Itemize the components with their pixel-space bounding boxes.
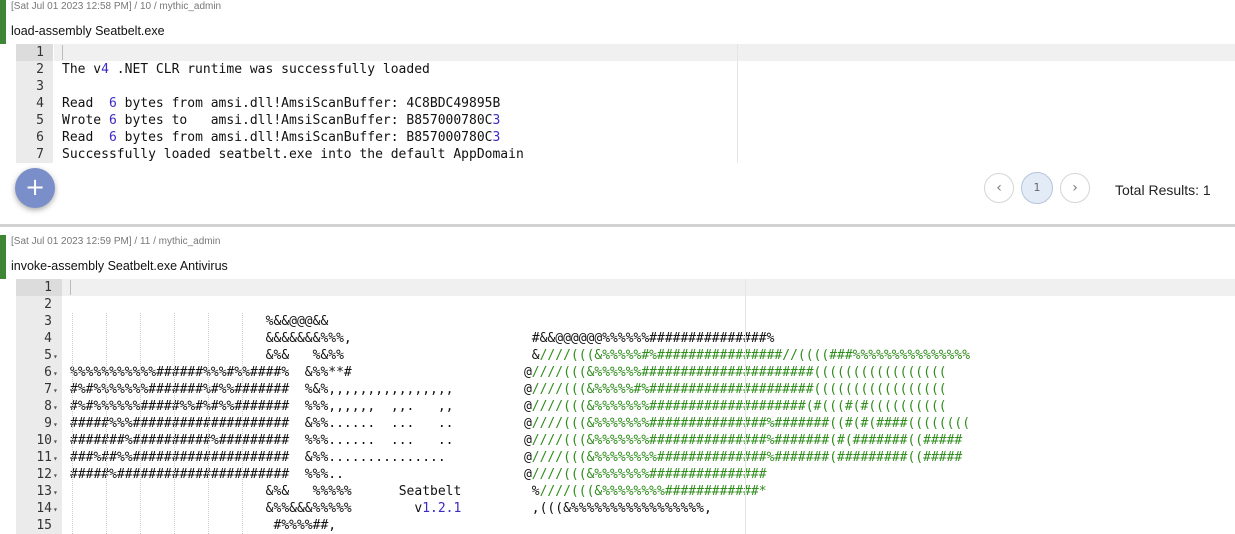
text-cursor bbox=[70, 280, 71, 295]
print-margin bbox=[745, 279, 746, 534]
task-1-output-editor[interactable]: 12 3 4 5 6 7 The v4 .NET CLR runtime was succ… bbox=[16, 44, 1235, 163]
line-number: 9▾ bbox=[16, 415, 62, 432]
line-number: 14▾ bbox=[16, 500, 62, 517]
task-status-bar bbox=[0, 235, 6, 279]
line-number: 15 bbox=[36, 518, 52, 533]
code-line: Read 6 bytes from amsi.dll!AmsiScanBuffe… bbox=[62, 96, 501, 111]
fold-toggle-icon[interactable]: ▾ bbox=[52, 450, 62, 467]
task-2: [Sat Jul 01 2023 12:59 PM] / 11 / mythic… bbox=[0, 235, 1235, 534]
task-1-header[interactable]: [Sat Jul 01 2023 12:58 PM] / 10 / mythic… bbox=[0, 0, 1235, 44]
code-line: &&&&&&&%%%, #&&@@@@@@%%%%%%#############… bbox=[70, 331, 775, 346]
next-page-button[interactable]: › bbox=[1060, 173, 1090, 203]
code-line: ###%##%%#################### &%%........… bbox=[70, 450, 963, 465]
total-results: Total Results: 1 bbox=[1115, 182, 1211, 198]
line-number-gutter: 12 3 4 5 6 7 bbox=[16, 44, 53, 163]
task-divider bbox=[0, 224, 1235, 227]
code-line bbox=[54, 44, 1235, 61]
task-2-header[interactable]: [Sat Jul 01 2023 12:59 PM] / 11 / mythic… bbox=[0, 235, 1235, 279]
code-line: %%%%%%%%%%%######%%%#%%####% &%%**# @///… bbox=[70, 365, 947, 380]
fold-toggle-icon[interactable]: ▾ bbox=[52, 365, 62, 382]
code-line: #######%##########%######### %%%...... .… bbox=[70, 433, 963, 448]
task-2-command: invoke-assembly Seatbelt.exe Antivirus bbox=[11, 259, 228, 273]
text-cursor bbox=[62, 45, 63, 60]
code-line: #%#%%%%%%%#######%#%%####### %&%,,,,,,,,… bbox=[70, 382, 947, 397]
task-1-meta: [Sat Jul 01 2023 12:58 PM] / 10 / mythic… bbox=[11, 1, 222, 12]
line-number: 13▾ bbox=[16, 483, 62, 500]
prev-page-button[interactable]: ‹ bbox=[984, 173, 1014, 203]
fold-toggle-icon[interactable]: ▾ bbox=[52, 433, 62, 450]
fold-toggle-icon[interactable]: ▾ bbox=[52, 467, 62, 484]
line-number: 1 bbox=[16, 279, 62, 296]
line-number: 3 bbox=[44, 314, 52, 329]
code-line: Wrote 6 bytes to amsi.dll!AmsiScanBuffer… bbox=[62, 113, 501, 128]
line-number: 12▾ bbox=[16, 466, 62, 483]
line-number: 3 bbox=[36, 79, 44, 94]
code-line: #%%%%##, bbox=[70, 518, 337, 533]
fold-toggle-icon[interactable]: ▾ bbox=[52, 399, 62, 416]
line-number-gutter: 1 2 3 4 5▾ 6▾ 7▾ 8▾ 9▾ 10▾ 11▾ 12▾ 13▾ 14▾ 15 bbox=[16, 279, 62, 534]
task-1: [Sat Jul 01 2023 12:58 PM] / 10 / mythic… bbox=[0, 0, 1235, 224]
line-number: 7▾ bbox=[16, 381, 62, 398]
indent-guide bbox=[242, 313, 243, 534]
code-line: Read 6 bytes from amsi.dll!AmsiScanBuffe… bbox=[62, 130, 501, 145]
current-page-button[interactable]: 1 bbox=[1021, 172, 1053, 204]
indent-guide bbox=[174, 313, 175, 534]
code-area[interactable]: %&&@@@&& &&&&&&&%%%, #&&@@@@@@%%%%%%####… bbox=[62, 279, 1235, 534]
fold-toggle-icon[interactable]: ▾ bbox=[52, 416, 62, 433]
print-margin bbox=[737, 44, 738, 163]
fold-toggle-icon[interactable]: ▾ bbox=[52, 382, 62, 399]
code-line: &%%&&&%%%%% v1.2.1 ,(((&%%%%%%%%%%%%%%%%… bbox=[70, 501, 712, 516]
line-number: 1 bbox=[16, 44, 53, 61]
code-line bbox=[62, 279, 1235, 296]
line-number: 5 bbox=[36, 113, 44, 128]
line-number: 2 bbox=[36, 62, 44, 77]
fold-toggle-icon[interactable]: ▾ bbox=[52, 484, 62, 501]
line-number: 7 bbox=[36, 147, 44, 162]
line-number: 10▾ bbox=[16, 432, 62, 449]
task-2-output-editor[interactable]: 1 2 3 4 5▾ 6▾ 7▾ 8▾ 9▾ 10▾ 11▾ 12▾ 13▾ 14▾ 15 %&&@@@&&… bbox=[16, 279, 1235, 534]
code-line: #####%%%#################### &%%...... .… bbox=[70, 416, 971, 431]
line-number: 6▾ bbox=[16, 364, 62, 381]
line-number: 5▾ bbox=[16, 347, 62, 364]
code-line: Successfully loaded seatbelt.exe into th… bbox=[62, 147, 524, 162]
indent-guide bbox=[140, 313, 141, 534]
code-area[interactable]: The v4 .NET CLR runtime was successfully… bbox=[54, 44, 1235, 163]
code-line: %&&@@@&& bbox=[70, 314, 329, 329]
code-line: #%#%%%%%%#####%%#%#%%####### %%%,,,,,, ,… bbox=[70, 399, 947, 414]
line-number: 6 bbox=[36, 130, 44, 145]
task-status-bar bbox=[0, 0, 6, 44]
line-number: 2 bbox=[44, 297, 52, 312]
code-line: &%& %&%% &////(((&%%%%%#%###############… bbox=[70, 348, 971, 363]
line-number: 4 bbox=[44, 331, 52, 346]
code-line: The v4 .NET CLR runtime was successfully… bbox=[62, 62, 430, 77]
indent-guide bbox=[72, 313, 73, 534]
line-number: 4 bbox=[36, 96, 44, 111]
fold-toggle-icon[interactable]: ▾ bbox=[52, 348, 62, 365]
line-number: 11▾ bbox=[16, 449, 62, 466]
task-2-meta: [Sat Jul 01 2023 12:59 PM] / 11 / mythic… bbox=[11, 236, 221, 247]
indent-guide bbox=[208, 313, 209, 534]
indent-guide bbox=[106, 313, 107, 534]
fold-toggle-icon[interactable]: ▾ bbox=[52, 501, 62, 518]
add-fab-button[interactable]: + bbox=[15, 168, 55, 208]
line-number: 8▾ bbox=[16, 398, 62, 415]
task-1-command: load-assembly Seatbelt.exe bbox=[11, 24, 165, 38]
